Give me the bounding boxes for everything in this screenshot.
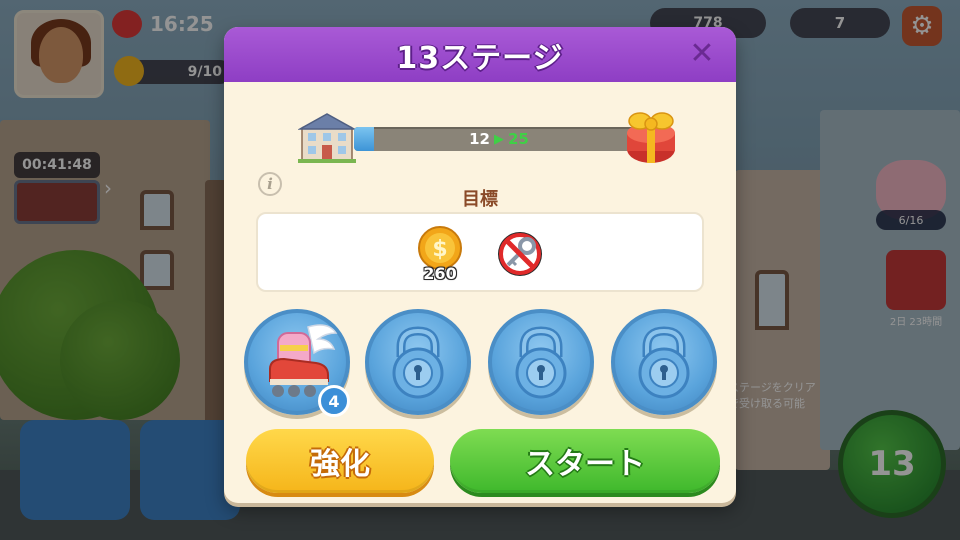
dialog-header: 13ステージ [224,27,736,82]
gift-box-icon [627,112,675,163]
coin-goal-value: 260 [423,264,457,283]
goal-panel: $ 260 [256,212,704,292]
svg-text:$: $ [432,237,447,262]
booster-count-badge: 4 [318,385,350,417]
booster-slot-locked[interactable] [611,309,717,415]
booster-slot-locked[interactable] [365,309,471,415]
upgrade-button[interactable]: 強化 [246,429,434,493]
no-key-icon [498,232,542,276]
close-icon[interactable]: ✕ [688,39,716,69]
current-stage: 12 [469,130,490,148]
booster-slot-locked[interactable] [488,309,594,415]
target-stage: 25 [508,130,529,148]
stage-progress: 12 ▶ 25 [298,109,675,171]
start-button[interactable]: スタート [450,429,720,493]
padlock-icon [638,326,690,399]
play-arrow-icon: ▶ [494,131,504,147]
mansion-icon [298,113,356,163]
booster-skate[interactable]: 4 [244,309,350,417]
dialog-title: 13ステージ [396,40,564,76]
padlock-icon [392,326,444,399]
stage-progress-label: 12 ▶ 25 [354,127,644,151]
stage-dialog: 13ステージ ✕ 12 ▶ 25 i 目標 $ 260 4 強化 スタート [224,27,736,503]
stage-progress-bar: 12 ▶ 25 [354,127,644,151]
goal-title: 目標 [462,189,498,210]
padlock-icon [515,326,567,399]
